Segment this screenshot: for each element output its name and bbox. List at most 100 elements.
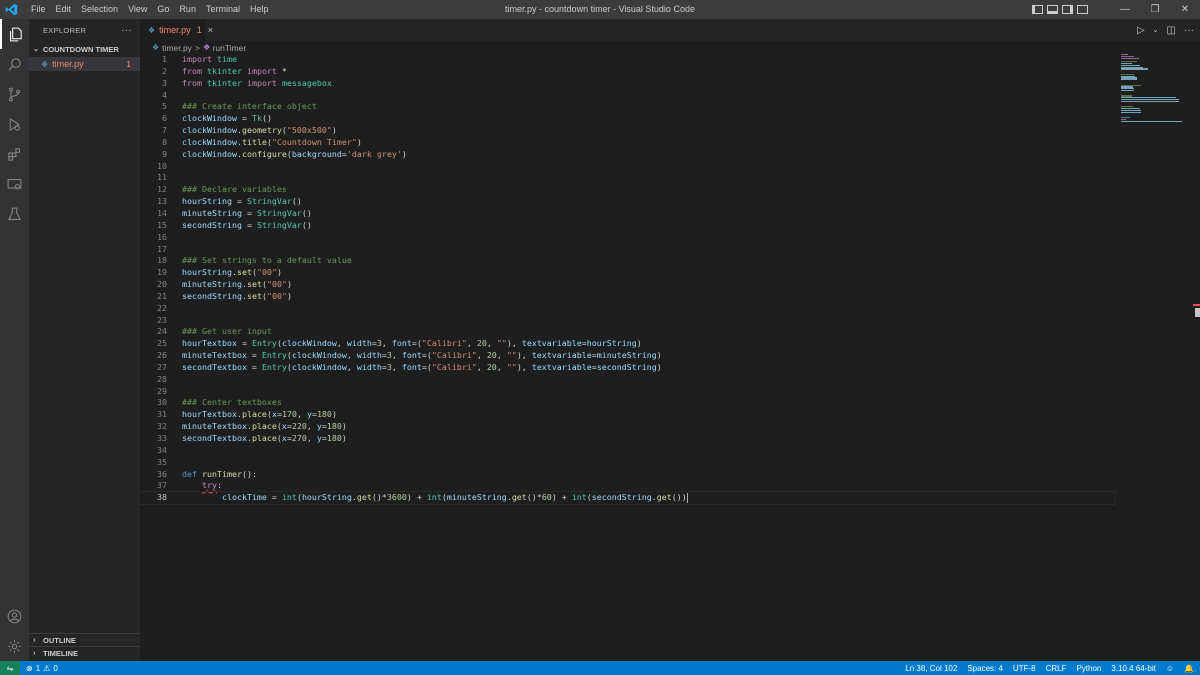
line-number[interactable]: 29 [140, 386, 167, 398]
line-number[interactable]: 9 [140, 149, 167, 161]
code-line[interactable]: 27 secondTextbox = Entry(clockWindow, wid… [140, 362, 1115, 374]
line-number[interactable]: 10 [140, 161, 167, 173]
source-control-icon[interactable] [0, 79, 29, 109]
cursor-position[interactable]: Ln 38, Col 102 [905, 664, 957, 673]
accounts-icon[interactable] [0, 601, 29, 631]
breadcrumb-file[interactable]: timer.py [162, 43, 192, 53]
breadcrumb-symbol[interactable]: runTimer [213, 43, 247, 53]
code-editor[interactable]: 1 import time 2 from tkinter import * 3 from … [139, 54, 1116, 506]
code-line[interactable]: 15 secondString = StringVar() [140, 220, 1115, 232]
menu-edit[interactable]: Edit [51, 0, 77, 19]
outline-section[interactable]: › OUTLINE [29, 633, 140, 646]
code-line[interactable]: 8 clockWindow.title("Countdown Timer") [140, 137, 1115, 149]
line-number[interactable]: 19 [140, 267, 167, 279]
code-line[interactable]: 28 [140, 374, 1115, 386]
code-line[interactable]: 3 from tkinter import messagebox [140, 78, 1115, 90]
more-actions-icon[interactable]: ··· [121, 25, 132, 36]
tab-close-icon[interactable]: × [208, 25, 213, 35]
code-line[interactable]: 16 [140, 232, 1115, 244]
run-debug-icon[interactable] [0, 109, 29, 139]
timeline-section[interactable]: › TIMELINE [29, 646, 140, 659]
line-number[interactable]: 30 [140, 397, 167, 409]
restore-icon[interactable]: ❐ [1140, 0, 1170, 19]
extensions-icon[interactable] [0, 139, 29, 169]
code-line[interactable]: 37 try: [140, 480, 1115, 492]
menu-selection[interactable]: Selection [76, 0, 123, 19]
menu-help[interactable]: Help [245, 0, 274, 19]
line-number[interactable]: 38 [140, 492, 167, 504]
minimap[interactable] [1118, 54, 1190, 124]
code-line[interactable]: 5 ### Create interface object [140, 101, 1115, 113]
error-marker[interactable] [1193, 304, 1200, 306]
line-number[interactable]: 24 [140, 326, 167, 338]
code-line[interactable]: 17 [140, 244, 1115, 256]
search-icon[interactable] [0, 49, 29, 79]
code-line[interactable]: 4 [140, 90, 1115, 102]
toggle-primary-sidebar-icon[interactable] [1032, 5, 1043, 14]
line-number[interactable]: 8 [140, 137, 167, 149]
line-number[interactable]: 31 [140, 409, 167, 421]
code-line[interactable]: 13 hourString = StringVar() [140, 196, 1115, 208]
language-mode[interactable]: Python [1076, 664, 1101, 673]
code-line[interactable]: 36 def runTimer(): [140, 469, 1115, 481]
testing-icon[interactable] [0, 199, 29, 229]
line-number[interactable]: 26 [140, 350, 167, 362]
line-number[interactable]: 18 [140, 255, 167, 267]
code-line[interactable]: 31 hourTextbox.place(x=170, y=180) [140, 409, 1115, 421]
line-number[interactable]: 6 [140, 113, 167, 125]
line-number[interactable]: 16 [140, 232, 167, 244]
line-number[interactable]: 4 [140, 90, 167, 102]
code-line[interactable]: 12 ### Declare variables [140, 184, 1115, 196]
line-number[interactable]: 11 [140, 172, 167, 184]
code-line[interactable]: 24 ### Get user input [140, 326, 1115, 338]
manage-gear-icon[interactable] [0, 631, 29, 661]
line-number[interactable]: 20 [140, 279, 167, 291]
line-number[interactable]: 1 [140, 54, 167, 66]
code-line[interactable]: 14 minuteString = StringVar() [140, 208, 1115, 220]
menu-view[interactable]: View [123, 0, 152, 19]
line-number[interactable]: 22 [140, 303, 167, 315]
code-line[interactable]: 22 [140, 303, 1115, 315]
code-line[interactable]: 32 minuteTextbox.place(x=220, y=180) [140, 421, 1115, 433]
end-of-line[interactable]: CRLF [1046, 664, 1067, 673]
code-line[interactable]: 7 clockWindow.geometry("500x500") [140, 125, 1115, 137]
line-number[interactable]: 2 [140, 66, 167, 78]
line-number[interactable]: 12 [140, 184, 167, 196]
code-line[interactable]: 18 ### Set strings to a default value [140, 255, 1115, 267]
run-dropdown-icon[interactable]: ⌄ [1153, 26, 1159, 34]
line-number[interactable]: 3 [140, 78, 167, 90]
code-line[interactable]: 23 [140, 315, 1115, 327]
feedback-icon[interactable]: ☺ [1166, 664, 1174, 673]
menu-terminal[interactable]: Terminal [201, 0, 245, 19]
code-line[interactable]: 2 from tkinter import * [140, 66, 1115, 78]
python-interpreter[interactable]: 3.10.4 64-bit [1111, 664, 1155, 673]
line-number[interactable]: 33 [140, 433, 167, 445]
code-line[interactable]: 20 minuteString.set("00") [140, 279, 1115, 291]
customize-layout-icon[interactable] [1077, 5, 1088, 14]
code-line[interactable]: 34 [140, 445, 1115, 457]
problems-indicator[interactable]: ⊗ 1 ⚠ 0 [26, 664, 58, 673]
more-actions-icon[interactable]: ··· [1184, 25, 1194, 36]
line-number[interactable]: 27 [140, 362, 167, 374]
line-number[interactable]: 32 [140, 421, 167, 433]
code-line[interactable]: 19 hourString.set("00") [140, 267, 1115, 279]
code-line[interactable]: 1 import time [140, 54, 1115, 66]
code-line[interactable]: 11 [140, 172, 1115, 184]
menu-go[interactable]: Go [152, 0, 174, 19]
code-line[interactable]: 33 secondTextbox.place(x=270, y=180) [140, 433, 1115, 445]
remote-explorer-icon[interactable] [0, 169, 29, 199]
code-line[interactable]: 9 clockWindow.configure(background='dark … [140, 149, 1115, 161]
code-line[interactable]: 30 ### Center textboxes [140, 397, 1115, 409]
file-item-timer-py[interactable]: ❖ timer.py 1 [29, 57, 140, 71]
line-number[interactable]: 28 [140, 374, 167, 386]
code-line[interactable]: 29 [140, 386, 1115, 398]
code-line[interactable]: 10 [140, 161, 1115, 173]
line-number[interactable]: 36 [140, 469, 167, 481]
code-line[interactable]: 21 secondString.set("00") [140, 291, 1115, 303]
close-window-icon[interactable]: ✕ [1170, 0, 1200, 19]
split-editor-icon[interactable]: ◫ [1167, 25, 1176, 36]
line-number[interactable]: 13 [140, 196, 167, 208]
line-number[interactable]: 35 [140, 457, 167, 469]
encoding[interactable]: UTF-8 [1013, 664, 1036, 673]
line-number[interactable]: 14 [140, 208, 167, 220]
